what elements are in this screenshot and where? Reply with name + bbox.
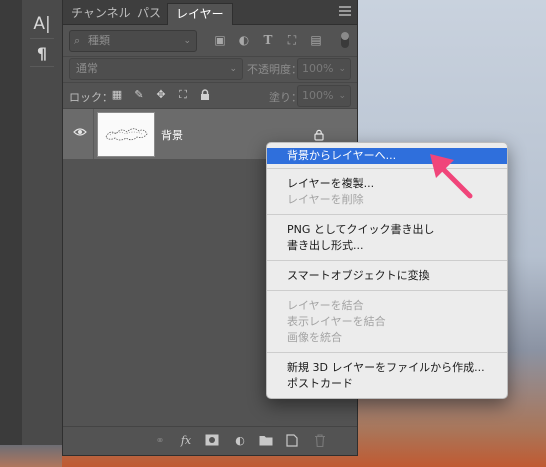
menu-item-new-3d-layer[interactable]: 新規 3D レイヤーをファイルから作成... (267, 360, 507, 376)
paragraph-icon[interactable]: ¶ (22, 44, 62, 63)
fill-value: 100% (302, 89, 334, 102)
new-layer-icon[interactable] (285, 434, 299, 448)
tool-strip: A| ¶ (22, 0, 63, 445)
fx-icon[interactable]: fx (179, 434, 193, 448)
menu-item-postcard[interactable]: ポストカード (267, 376, 507, 392)
blend-mode-select[interactable]: 通常 ⌄ (69, 58, 243, 80)
opacity-value: 100% (302, 62, 334, 75)
menu-separator (267, 352, 507, 353)
pixel-filter-icon[interactable]: ▣ (213, 33, 227, 47)
trash-icon[interactable] (313, 434, 327, 448)
eye-separator (93, 109, 94, 159)
menu-item-merge-layers: レイヤーを結合 (287, 299, 364, 312)
tab-layers[interactable]: レイヤー (167, 3, 233, 25)
chevron-down-icon: ⌄ (338, 91, 346, 101)
eye-icon[interactable] (73, 127, 87, 137)
search-icon: ⌕ (74, 34, 81, 47)
filter-toggle[interactable] (341, 32, 349, 48)
menu-item-quick-export-png[interactable]: PNG としてクイック書き出し (267, 222, 507, 238)
menu-separator (267, 214, 507, 215)
lock-all-icon[interactable] (199, 89, 211, 101)
panel-footer: ⚭ fx ◐ (63, 426, 357, 455)
lock-transparency-icon[interactable]: ▦ (111, 89, 123, 101)
left-dock (0, 0, 23, 445)
adjustment-icon[interactable]: ◐ (233, 434, 247, 448)
lock-artboard-icon[interactable]: ⛶ (177, 89, 189, 101)
panel-tabbar: チャンネル パス レイヤー (63, 0, 357, 25)
blend-row: 通常 ⌄ 不透明度： 100% ⌄ (63, 56, 357, 81)
lock-paint-icon[interactable]: ✎ (133, 89, 145, 101)
type-tool-icon[interactable]: A| (22, 14, 62, 34)
type-filter-icon[interactable]: T (261, 33, 275, 47)
panel-menu-icon[interactable] (339, 6, 351, 17)
tool-separator (30, 66, 54, 67)
menu-item-merge-visible: 表示レイヤーを結合 (287, 315, 386, 328)
tab-channels[interactable]: チャンネル (63, 3, 139, 24)
lock-row: ロック： ▦ ✎ ✥ ⛶ 塗り： 100% ⌄ (63, 82, 357, 107)
fill-field[interactable]: 100% ⌄ (297, 85, 351, 107)
adjustment-filter-icon[interactable]: ◐ (237, 33, 251, 47)
menu-separator (267, 260, 507, 261)
lock-icon (313, 126, 325, 141)
desktop-peek (0, 445, 62, 467)
opacity-field[interactable]: 100% ⌄ (297, 58, 351, 80)
menu-item-export-as[interactable]: 書き出し形式... (267, 238, 507, 254)
opacity-label: 不透明度： (247, 63, 302, 76)
annotation-arrow-icon (430, 154, 473, 199)
link-icon[interactable]: ⚭ (153, 434, 167, 448)
chevron-down-icon: ⌄ (183, 36, 191, 46)
smart-object-filter-icon[interactable]: ▤ (309, 33, 323, 47)
filter-kind-label: 種類 (88, 34, 110, 47)
lock-move-icon[interactable]: ✥ (155, 89, 167, 101)
mask-icon[interactable] (205, 434, 219, 448)
filter-kind-select[interactable]: ⌕ 種類 ⌄ (69, 30, 197, 52)
menu-item-flatten-image: 画像を統合 (287, 331, 342, 344)
lock-label: ロック： (69, 91, 113, 104)
chevron-down-icon: ⌄ (229, 64, 237, 74)
layer-thumbnail[interactable] (97, 112, 155, 157)
menu-item-convert-smart-object[interactable]: スマートオブジェクトに変換 (267, 268, 507, 284)
tab-paths[interactable]: パス (129, 3, 169, 24)
chevron-down-icon: ⌄ (338, 64, 346, 74)
blend-mode-value: 通常 (76, 62, 98, 75)
filter-row: ⌕ 種類 ⌄ ▣ ◐ T ⛶ ▤ (63, 26, 357, 54)
shape-filter-icon[interactable]: ⛶ (285, 33, 299, 47)
folder-icon[interactable] (259, 434, 273, 448)
layer-name: 背景 (161, 129, 183, 142)
menu-separator (267, 290, 507, 291)
tool-separator (30, 38, 54, 39)
